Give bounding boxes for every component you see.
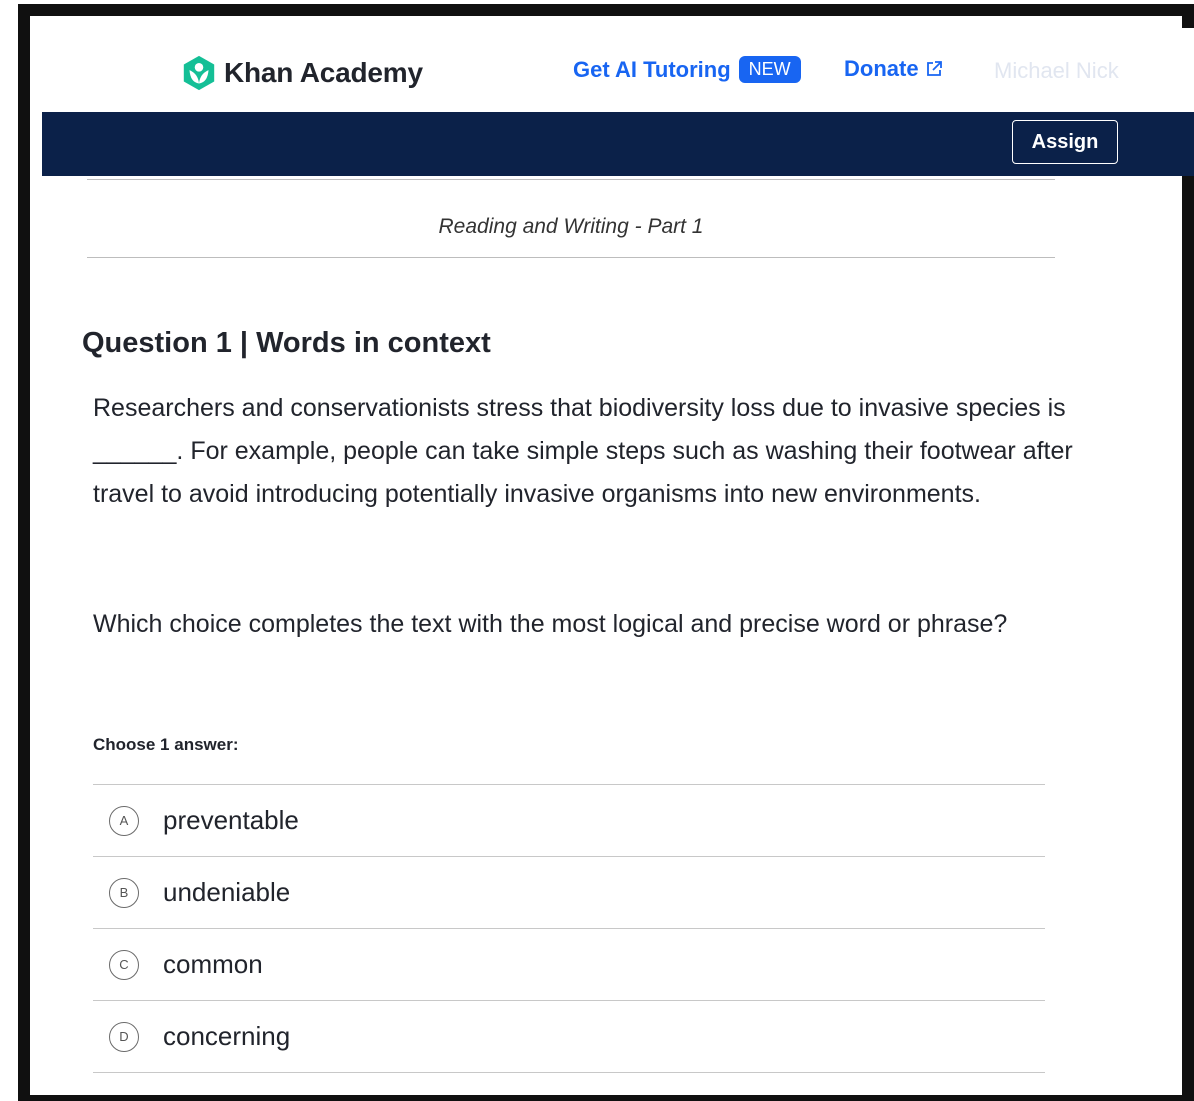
section-title: Reading and Writing - Part 1 [438,215,704,238]
donate-link[interactable]: Donate [844,56,943,82]
top-navigation: Khan Academy Get AI Tutoring NEW Donate … [42,28,1194,115]
answer-choices: A preventable B undeniable C common D co… [93,784,1045,1073]
divider [87,179,1055,180]
choice-c-radio[interactable]: C [109,949,139,980]
choice-b-radio[interactable]: B [109,877,139,908]
brand-name: Khan Academy [224,57,423,88]
assign-button[interactable]: Assign [1012,120,1118,164]
question-heading: Question 1 | Words in context [82,327,491,359]
divider [87,257,1055,258]
question-prompt: Which choice completes the text with the… [93,610,1008,638]
choice-b[interactable]: B undeniable [93,856,1045,928]
choice-d-text: concerning [163,1021,291,1051]
choice-a-text: preventable [163,805,299,835]
choice-d[interactable]: D concerning [93,1000,1045,1073]
choice-c-text: common [163,949,263,979]
assignment-toolbar: Assign [42,112,1194,176]
choose-answer-label: Choose 1 answer: [93,735,239,754]
app-window: Khan Academy Get AI Tutoring NEW Donate … [18,4,1194,1101]
khan-academy-logo[interactable]: Khan Academy [180,54,423,92]
khan-hexagon-icon [183,55,215,91]
choice-a[interactable]: A preventable [93,784,1045,856]
new-badge: NEW [738,56,801,83]
ai-tutoring-label[interactable]: Get AI Tutoring [573,57,731,83]
donate-label[interactable]: Donate [844,56,919,82]
choice-d-radio[interactable]: D [109,1021,139,1052]
external-link-icon [926,61,942,76]
ai-tutoring-link[interactable]: Get AI Tutoring NEW [573,56,801,83]
choice-c[interactable]: C common [93,928,1045,1000]
choice-a-radio[interactable]: A [109,805,139,836]
question-passage: Researchers and conservationists stress … [93,394,1073,508]
choice-b-text: undeniable [163,877,291,907]
user-menu[interactable]: Michael Nick [994,58,1119,84]
